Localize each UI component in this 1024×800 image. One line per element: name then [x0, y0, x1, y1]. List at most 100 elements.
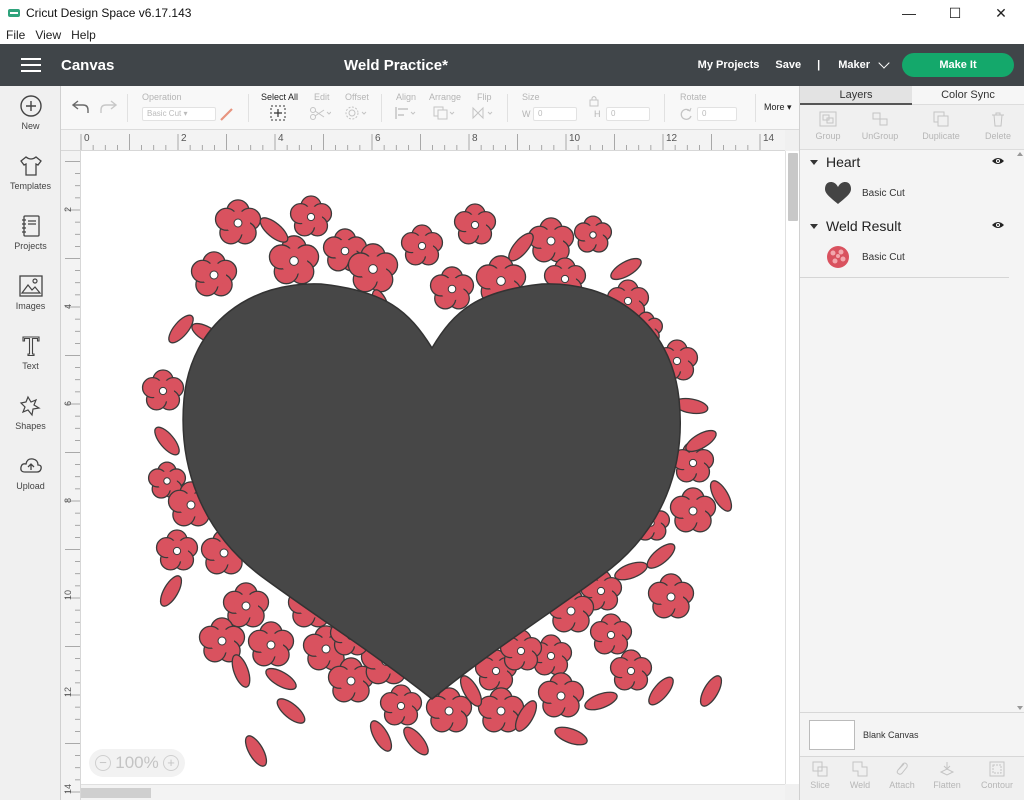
select-all-icon[interactable]	[270, 105, 286, 121]
flower-shape	[289, 195, 333, 237]
leaf-shape	[154, 426, 180, 456]
height-input[interactable]: 0	[606, 107, 650, 121]
visibility-eye-icon[interactable]	[991, 220, 1005, 230]
design-canvas[interactable]	[81, 151, 785, 784]
bottom-actions: Slice Weld Attach Flatten Contour	[800, 756, 1024, 800]
more-label: More	[764, 102, 785, 112]
arrange-icon[interactable]	[433, 106, 457, 120]
layer-group-weld-result[interactable]: Weld Result	[800, 214, 1024, 238]
weld-button[interactable]: Weld	[840, 761, 880, 790]
scissors-icon[interactable]	[309, 106, 331, 120]
attach-label: Attach	[889, 780, 915, 790]
sidebar-projects[interactable]: Projects	[0, 214, 61, 251]
sidebar-new[interactable]: New	[0, 94, 61, 131]
more-menu-button[interactable]: More ▾	[764, 102, 792, 113]
contour-button[interactable]: Contour	[977, 761, 1017, 790]
ruler-top-label: 0	[84, 133, 90, 144]
redo-icon[interactable]	[99, 100, 117, 114]
zoom-in-button[interactable]: +	[162, 755, 179, 771]
sidebar-shapes[interactable]: Shapes	[0, 394, 61, 431]
group-button[interactable]: Group	[800, 111, 856, 141]
my-projects-link[interactable]: My Projects	[698, 59, 760, 71]
offset-icon[interactable]	[345, 106, 367, 120]
sidebar-upload[interactable]: Upload	[0, 454, 61, 491]
paperclip-icon	[896, 762, 908, 775]
machine-label: Maker	[838, 59, 870, 71]
sidebar-upload-label: Upload	[16, 481, 45, 491]
menu-file[interactable]: File	[6, 28, 25, 42]
collapse-caret-icon[interactable]	[810, 223, 818, 229]
visibility-eye-icon[interactable]	[991, 156, 1005, 166]
flower-shape	[247, 621, 295, 667]
menu-help[interactable]: Help	[71, 28, 96, 42]
flatten-button[interactable]: Flatten	[927, 761, 967, 790]
ruler-left: 2 4 6 8 10 12 14	[61, 151, 81, 800]
header-separator: |	[817, 59, 821, 71]
sidebar-text[interactable]: Text	[0, 334, 61, 371]
layer-item-weld-result[interactable]: Basic Cut	[800, 238, 1024, 276]
attach-button[interactable]: Attach	[882, 761, 922, 790]
undo-icon[interactable]	[72, 100, 90, 114]
ungroup-icon	[872, 112, 888, 126]
app-header: Canvas Weld Practice* My Projects Save |…	[0, 44, 1024, 86]
blank-canvas-label: Blank Canvas	[863, 729, 919, 740]
make-it-button[interactable]: Make It	[902, 53, 1014, 77]
layer-group-heart[interactable]: Heart	[800, 150, 1024, 174]
leaf-shape	[508, 232, 534, 262]
minimize-button[interactable]: —	[886, 0, 932, 26]
horizontal-scroll-thumb[interactable]	[81, 788, 151, 798]
duplicate-button[interactable]: Duplicate	[913, 111, 969, 141]
text-t-icon	[21, 336, 40, 357]
tab-layers[interactable]: Layers	[800, 86, 912, 105]
canvas-vertical-scrollbar[interactable]	[785, 151, 799, 784]
ungroup-label: UnGroup	[861, 131, 899, 141]
vertical-scroll-thumb[interactable]	[788, 153, 798, 221]
menu-view[interactable]: View	[35, 28, 61, 42]
flower-shape	[141, 369, 185, 411]
sidebar-text-label: Text	[22, 361, 39, 371]
blank-canvas-row[interactable]: Blank Canvas	[800, 712, 1024, 756]
pen-tool-icon[interactable]	[219, 106, 235, 122]
operation-select[interactable]: Basic Cut ▾	[142, 107, 216, 121]
size-label: Size	[522, 92, 540, 102]
tab-color-sync[interactable]: Color Sync	[912, 86, 1024, 105]
delete-button[interactable]: Delete	[970, 111, 1024, 141]
zoom-out-button[interactable]: −	[95, 755, 111, 771]
width-input[interactable]: 0	[533, 107, 577, 121]
flower-shape	[400, 224, 444, 266]
sidebar-images[interactable]: Images	[0, 274, 61, 311]
layers-scrollbar[interactable]	[1016, 150, 1024, 712]
align-label: Align	[396, 92, 417, 102]
maximize-button[interactable]: ☐	[932, 0, 978, 26]
flower-shape	[155, 529, 199, 571]
sidebar-templates-label: Templates	[9, 181, 52, 191]
ruler-top-label: 14	[763, 133, 775, 144]
ruler-top-label: 6	[375, 133, 381, 144]
layer-item-heart[interactable]: Basic Cut	[800, 174, 1024, 212]
sidebar-templates[interactable]: Templates	[0, 154, 61, 191]
operation-value: Basic Cut	[147, 109, 182, 118]
align-icon[interactable]	[394, 106, 418, 120]
flower-shape	[573, 215, 613, 253]
sidebar-projects-label: Projects	[14, 241, 47, 251]
canvas-horizontal-scrollbar[interactable]	[81, 784, 785, 800]
leaf-shape	[259, 217, 289, 243]
save-button[interactable]: Save	[775, 59, 801, 71]
flowers-thumbnail-icon	[824, 244, 852, 270]
ungroup-button[interactable]: UnGroup	[852, 111, 908, 141]
machine-select[interactable]: Maker	[838, 57, 890, 71]
ruler-left-label: 14	[63, 784, 73, 794]
slice-button[interactable]: Slice	[800, 761, 840, 790]
header-actions: My Projects Save | Maker Make It	[698, 44, 1024, 86]
flower-shape	[379, 684, 423, 726]
leaf-shape	[648, 676, 674, 706]
collapse-caret-icon[interactable]	[810, 159, 818, 165]
rotate-input[interactable]: 0	[697, 107, 737, 121]
notebook-icon	[21, 215, 40, 237]
operation-label: Operation	[142, 92, 182, 102]
close-button[interactable]: ✕	[978, 0, 1024, 26]
lock-icon[interactable]	[589, 95, 599, 107]
ruler-left-label: 6	[63, 401, 73, 406]
flip-icon[interactable]	[471, 106, 495, 120]
upload-cloud-icon	[19, 458, 42, 473]
